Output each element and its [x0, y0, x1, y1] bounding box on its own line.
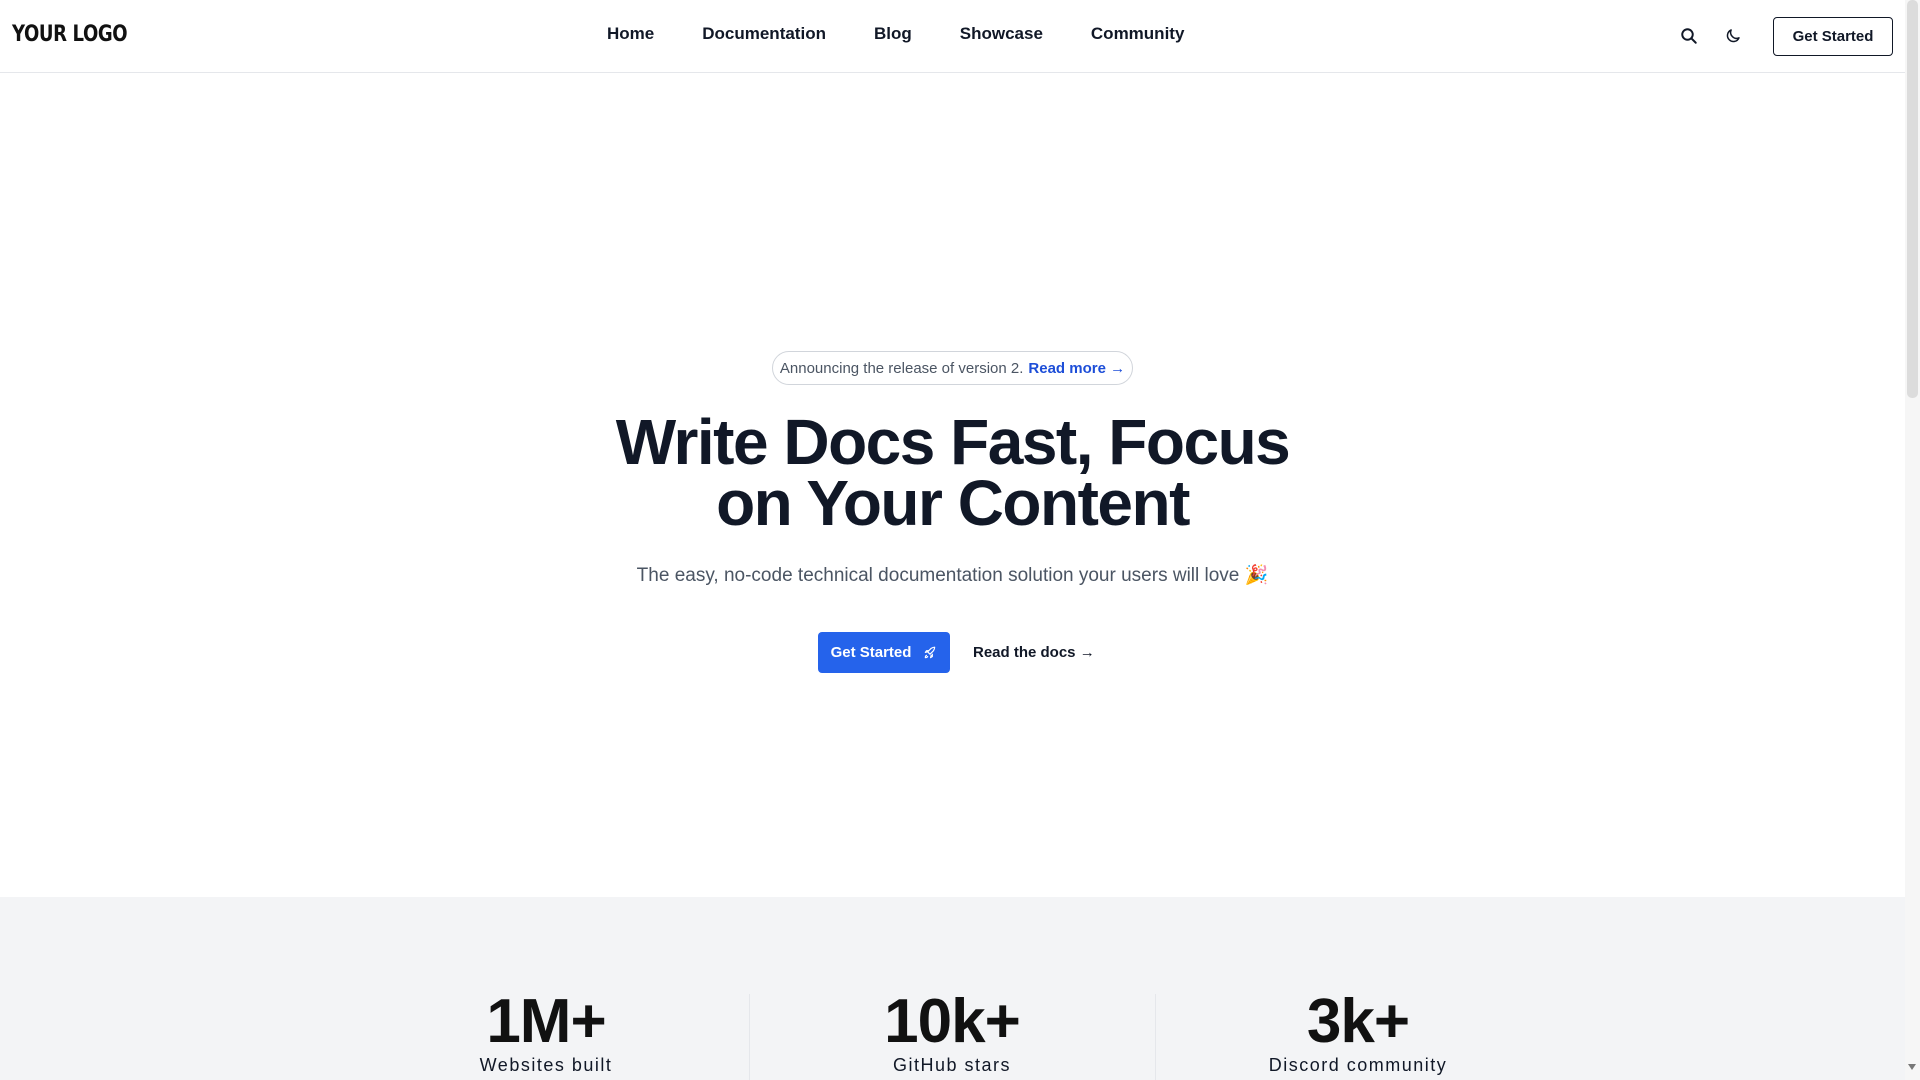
- search-icon: [1681, 28, 1697, 44]
- announcement-text: Announcing the release of version 2.: [779, 359, 1024, 377]
- search-button[interactable]: [1677, 24, 1701, 48]
- main-nav: Home Documentation Blog Showcase Communi…: [607, 24, 1232, 44]
- stat-label: GitHub stars: [892, 1055, 1012, 1075]
- hero-subtitle: The easy, no-code technical documentatio…: [636, 565, 1269, 586]
- stat-discord: 3k+ Discord community: [1155, 990, 1561, 1076]
- page: YOUR LOGO Home Documentation Blog Showca…: [0, 0, 1920, 1080]
- theme-toggle-button[interactable]: [1721, 24, 1745, 48]
- stat-github: 10k+ GitHub stars: [749, 990, 1155, 1076]
- hero-get-started-label: Get Started: [830, 644, 912, 661]
- hero-title: Write Docs Fast, Focus on Your Content: [560, 410, 1345, 535]
- moon-icon: [1726, 29, 1740, 43]
- scrollbar-thumb[interactable]: [1907, 0, 1918, 398]
- site-header: YOUR LOGO Home Documentation Blog Showca…: [0, 0, 1905, 73]
- stat-label: Discord community: [1268, 1055, 1448, 1075]
- stat-label: Websites built: [479, 1055, 613, 1075]
- nav-item-showcase[interactable]: Showcase: [960, 24, 1043, 44]
- hero-title-line-2: on Your Content: [716, 467, 1190, 539]
- stat-value: 3k+: [1306, 987, 1410, 1056]
- stat-value: 1M+: [486, 987, 606, 1056]
- stat-websites: 1M+ Websites built: [343, 990, 749, 1076]
- nav-item-home[interactable]: Home: [607, 24, 654, 44]
- announcement-pill: Announcing the release of version 2. Rea…: [772, 351, 1133, 385]
- header-get-started-button[interactable]: Get Started: [1773, 17, 1893, 56]
- read-the-docs-link[interactable]: Read the docs →: [973, 632, 1095, 673]
- rocket-icon: [925, 646, 936, 658]
- announcement-read-more-link[interactable]: Read more →: [1028, 360, 1125, 377]
- stat-value: 10k+: [884, 987, 1021, 1056]
- logo[interactable]: YOUR LOGO: [12, 22, 128, 47]
- scroll-down-arrow[interactable]: [1908, 1064, 1916, 1070]
- nav-item-blog[interactable]: Blog: [874, 24, 912, 44]
- nav-item-documentation[interactable]: Documentation: [702, 24, 826, 44]
- hero-get-started-button[interactable]: Get Started: [818, 632, 950, 673]
- nav-item-community[interactable]: Community: [1091, 24, 1185, 44]
